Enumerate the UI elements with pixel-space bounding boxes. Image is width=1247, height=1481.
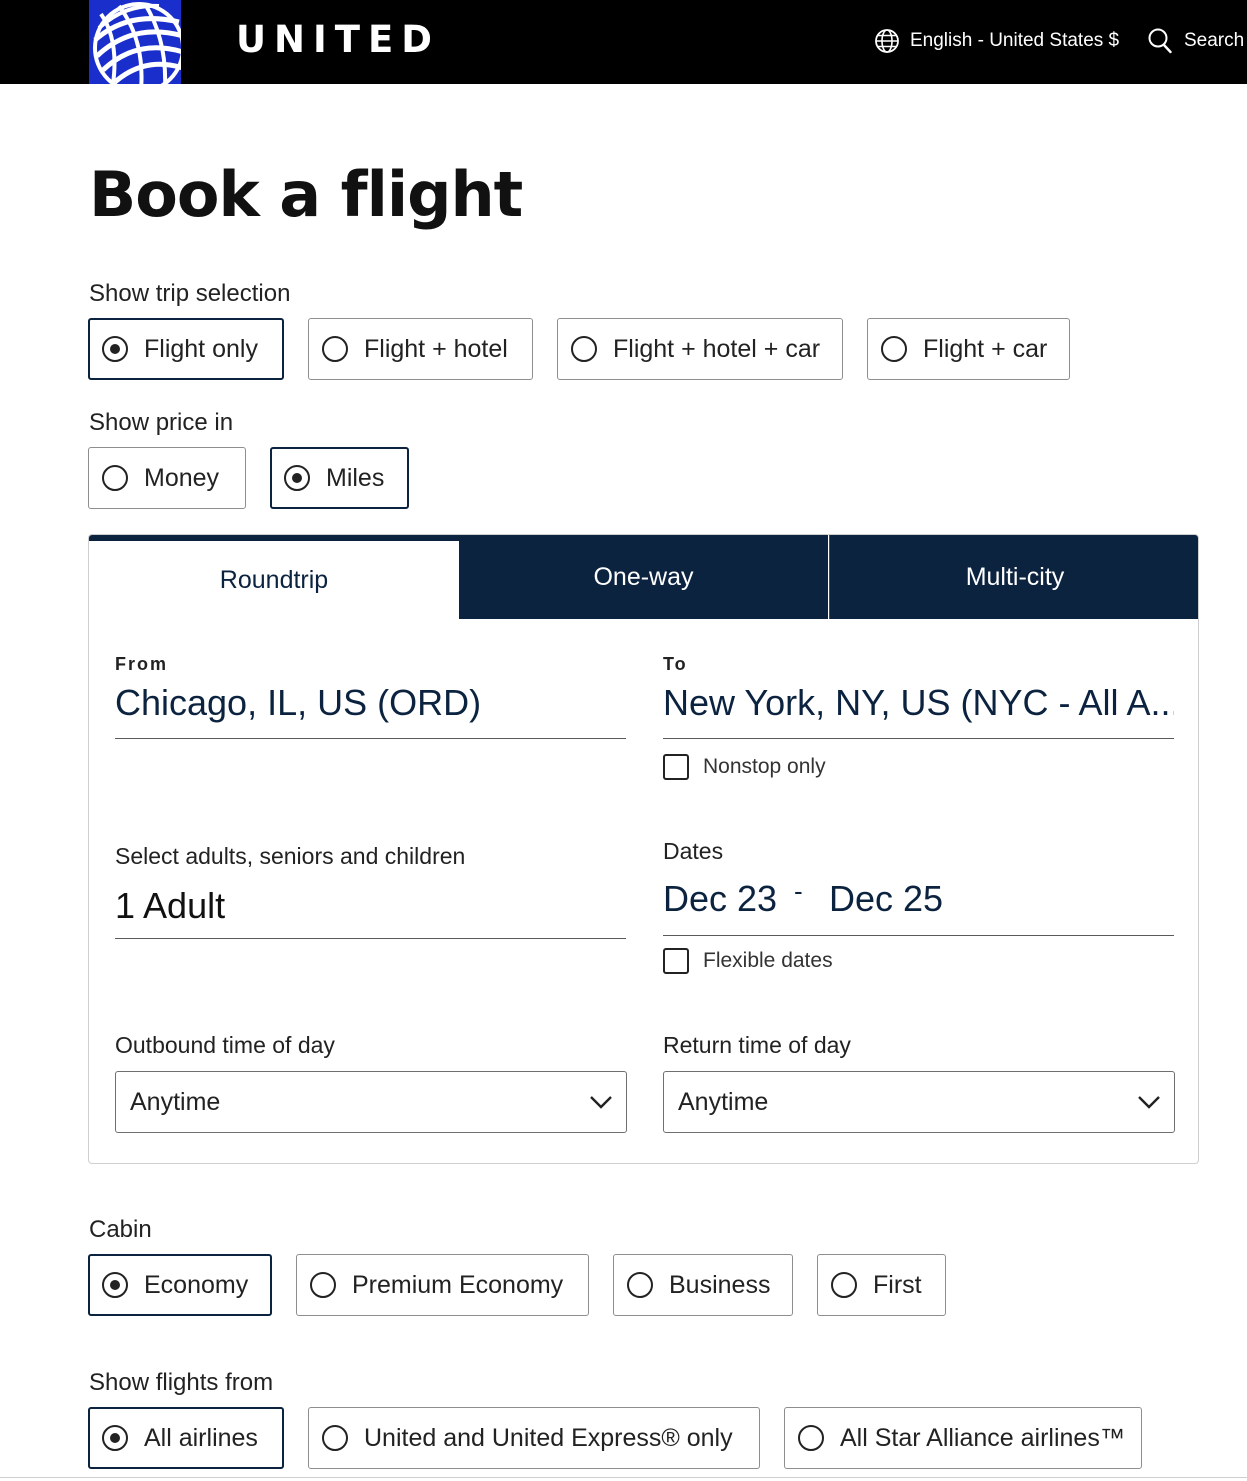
trip-option-flight-hotel[interactable]: Flight + hotel [308,318,533,380]
radio-selected-icon [102,336,128,362]
united-globe-logo[interactable] [89,0,181,84]
outbound-time-label: Outbound time of day [115,1032,335,1058]
outbound-time-value: Anytime [130,1087,221,1116]
date-start-input[interactable]: Dec 23 [663,878,777,920]
travelers-underline [115,938,626,939]
dates-underline [663,935,1174,936]
checkbox-icon [663,754,689,780]
trip-option-label: Flight only [144,334,258,363]
to-input[interactable]: New York, NY, US (NYC - All A... [663,682,1174,724]
cabin-option-label: First [873,1270,922,1299]
booking-panel: Roundtrip One-way Multi-city From Chicag… [88,534,1199,1164]
date-end-input[interactable]: Dec 25 [829,878,943,920]
radio-icon [322,1425,348,1451]
tab-roundtrip[interactable]: Roundtrip [89,535,459,619]
trip-option-label: Flight + hotel + car [613,334,821,363]
from-underline [115,738,626,739]
united-wordmark[interactable]: UNITED [236,18,440,61]
cabin-option-first[interactable]: First [817,1254,946,1316]
nonstop-label: Nonstop only [703,755,826,778]
search-label: Search [1184,30,1245,51]
price-label: Show price in [89,409,234,436]
checkbox-icon [663,948,689,974]
flights-option-label: All Star Alliance airlines™ [840,1423,1125,1452]
from-label: From [115,654,168,674]
radio-icon [310,1272,336,1298]
price-option-miles[interactable]: Miles [270,447,409,509]
flexible-dates-checkbox[interactable]: Flexible dates [663,948,833,974]
return-time-value: Anytime [678,1087,769,1116]
trip-selection-label: Show trip selection [89,280,291,307]
price-option-money[interactable]: Money [88,447,246,509]
search-icon [1148,28,1172,54]
header-search-button[interactable]: Search [1148,26,1244,56]
radio-icon [571,336,597,362]
return-time-label: Return time of day [663,1032,851,1058]
price-option-label: Miles [326,463,385,492]
flights-from-label: Show flights from [89,1369,274,1396]
flights-option-all-airlines[interactable]: All airlines [88,1407,284,1469]
radio-icon [831,1272,857,1298]
to-underline [663,738,1174,739]
travelers-input[interactable]: 1 Adult [115,885,625,927]
cabin-option-label: Economy [144,1270,249,1299]
cabin-option-label: Business [669,1270,771,1299]
cabin-option-premium-economy[interactable]: Premium Economy [296,1254,589,1316]
cabin-label: Cabin [89,1216,152,1243]
radio-icon [322,336,348,362]
flights-option-label: United and United Express® only [364,1423,733,1452]
page-bottom-divider [0,1477,1247,1478]
from-input[interactable]: Chicago, IL, US (ORD) [115,682,625,724]
radio-icon [798,1425,824,1451]
language-label: English - United States $ [910,30,1120,51]
nonstop-checkbox[interactable]: Nonstop only [663,754,826,780]
radio-selected-icon [284,465,310,491]
flights-option-label: All airlines [144,1423,258,1452]
radio-selected-icon [102,1272,128,1298]
return-time-select[interactable]: Anytime [663,1071,1175,1133]
chevron-down-icon [1138,1096,1160,1109]
cabin-option-economy[interactable]: Economy [88,1254,272,1316]
trip-option-label: Flight + car [923,334,1048,363]
radio-icon [102,465,128,491]
chevron-down-icon [590,1096,612,1109]
cabin-option-business[interactable]: Business [613,1254,793,1316]
radio-icon [627,1272,653,1298]
radio-selected-icon [102,1425,128,1451]
dates-label: Dates [663,838,724,864]
travelers-label: Select adults, seniors and children [115,843,466,869]
flights-option-star-alliance[interactable]: All Star Alliance airlines™ [784,1407,1142,1469]
flexible-dates-label: Flexible dates [703,949,833,972]
outbound-time-select[interactable]: Anytime [115,1071,627,1133]
language-selector[interactable]: English - United States $ [874,26,1119,56]
tab-one-way[interactable]: One-way [459,535,828,619]
cabin-option-label: Premium Economy [352,1270,564,1299]
top-header: UNITED English - United States $ Search [0,0,1247,84]
trip-option-flight-hotel-car[interactable]: Flight + hotel + car [557,318,843,380]
to-label: To [663,654,688,674]
globe-icon [875,29,899,53]
date-separator: - [794,876,803,906]
trip-option-flight-car[interactable]: Flight + car [867,318,1070,380]
flights-option-united-only[interactable]: United and United Express® only [308,1407,760,1469]
radio-icon [881,336,907,362]
price-option-label: Money [144,463,220,492]
tab-multi-city[interactable]: Multi-city [829,535,1198,619]
page-title: Book a flight [89,158,523,231]
trip-option-flight-only[interactable]: Flight only [88,318,284,380]
trip-option-label: Flight + hotel [364,334,508,363]
